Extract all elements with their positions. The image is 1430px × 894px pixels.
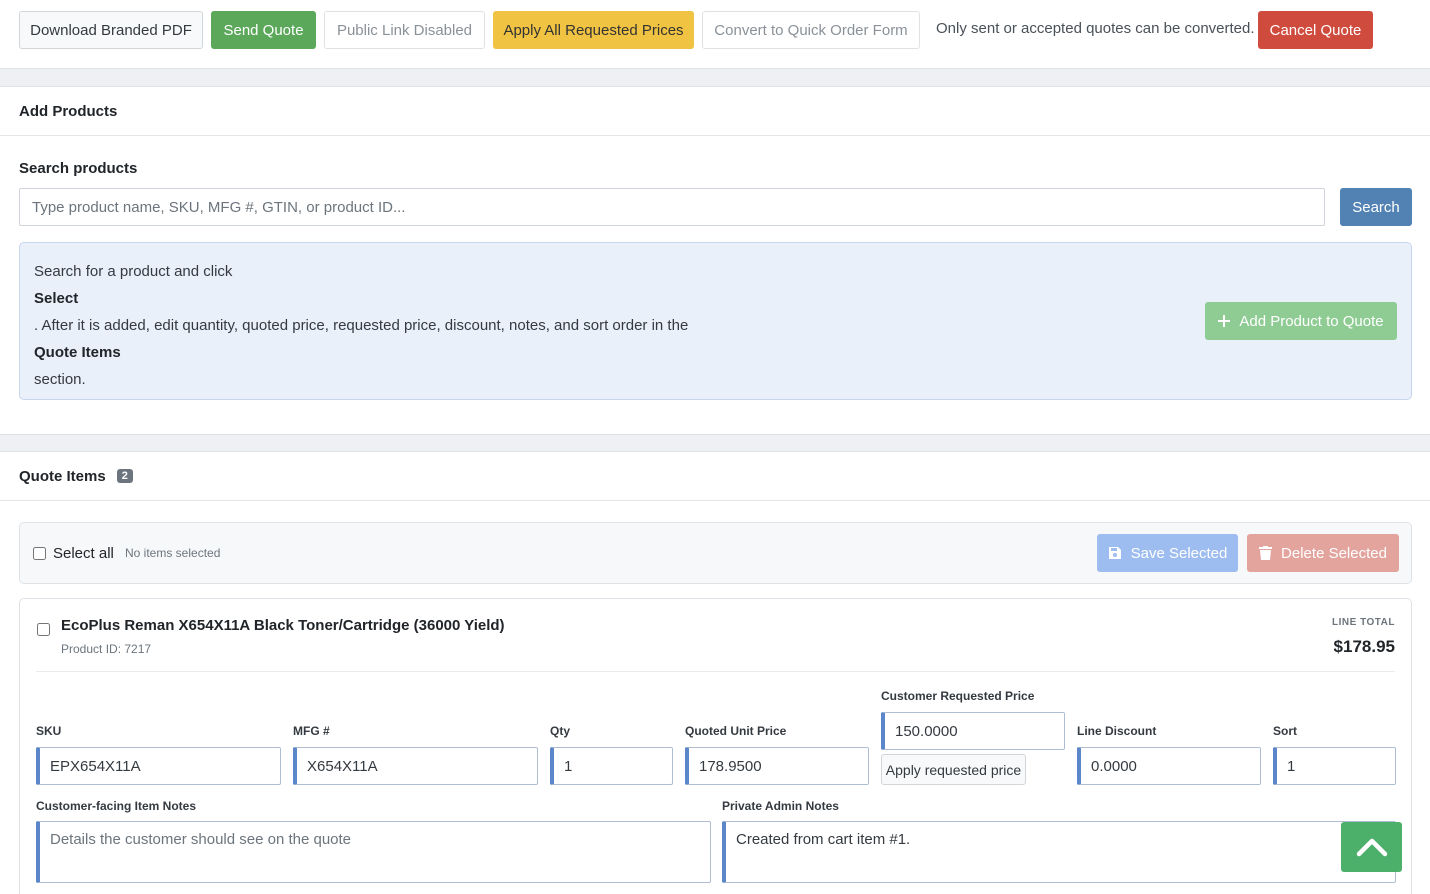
mfg-field[interactable]: [293, 747, 538, 785]
help-line: section.: [34, 371, 86, 388]
download-pdf-button[interactable]: Download Branded PDF: [19, 11, 203, 49]
quote-items-title: Quote Items: [19, 467, 106, 485]
item-divider: [36, 671, 1395, 672]
mfg-label: MFG #: [293, 724, 330, 738]
quoted-price-field[interactable]: [685, 747, 869, 785]
help-line-emphasis: Select: [34, 290, 79, 307]
save-selected-label: Save Selected: [1130, 544, 1228, 562]
add-product-label: Add Product to Quote: [1239, 312, 1384, 330]
admin-notes-field[interactable]: Created from cart item #1.: [722, 821, 1396, 883]
quoted-price-label: Quoted Unit Price: [685, 724, 787, 738]
quote-toolbar: Download Branded PDF Send Quote Public L…: [0, 0, 1430, 69]
add-products-card: Add Products Search products Search Sear…: [0, 86, 1430, 435]
save-selected-button[interactable]: Save Selected: [1097, 534, 1238, 572]
sort-label: Sort: [1273, 724, 1297, 738]
qty-label: Qty: [550, 724, 571, 738]
delete-selected-button[interactable]: Delete Selected: [1247, 534, 1399, 572]
convert-note: Only sent or accepted quotes can be conv…: [936, 20, 1255, 37]
line-discount-field[interactable]: [1077, 747, 1261, 785]
convert-quick-order-button[interactable]: Convert to Quick Order Form: [702, 11, 920, 49]
quote-items-card: Quote Items 2 Select all No items select…: [0, 451, 1430, 894]
item-count-badge: 2: [116, 469, 133, 483]
select-all-checkbox[interactable]: [33, 547, 46, 560]
cancel-quote-button[interactable]: Cancel Quote: [1258, 11, 1373, 49]
help-line: Search for a product and click: [34, 263, 233, 280]
select-all-label[interactable]: Select all: [53, 545, 114, 562]
search-button[interactable]: Search: [1340, 188, 1412, 226]
selection-status: No items selected: [125, 546, 221, 560]
item-name: EcoPlus Reman X654X11A Black Toner/Cartr…: [61, 617, 505, 634]
add-products-header: Add Products: [0, 87, 1430, 136]
apply-requested-price-button[interactable]: Apply requested price: [881, 754, 1026, 785]
item-select-checkbox[interactable]: [37, 623, 50, 636]
customer-notes-field[interactable]: [36, 821, 711, 883]
add-product-help: Search for a product and click Select . …: [19, 242, 1412, 400]
customer-notes-label: Customer-facing Item Notes: [36, 799, 197, 813]
requested-price-field[interactable]: [881, 712, 1065, 750]
help-line-emphasis: Quote Items: [34, 344, 121, 361]
quote-items-header: Quote Items 2: [0, 452, 1430, 501]
search-products-label: Search products: [19, 160, 138, 177]
line-total-value: $178.95: [1333, 637, 1395, 656]
plus-icon: [1218, 315, 1231, 327]
requested-price-label: Customer Requested Price: [881, 689, 1035, 703]
quote-item-card: EcoPlus Reman X654X11A Black Toner/Cartr…: [19, 598, 1412, 894]
product-search-input[interactable]: [19, 188, 1325, 226]
admin-notes-label: Private Admin Notes: [722, 799, 839, 813]
line-discount-label: Line Discount: [1077, 724, 1157, 738]
help-line: . After it is added, edit quantity, quot…: [34, 317, 689, 334]
public-link-button[interactable]: Public Link Disabled: [324, 11, 485, 49]
bulk-actions-bar: Select all No items selected Save Select…: [19, 522, 1412, 584]
floppy-disk-icon: [1108, 547, 1121, 559]
add-product-to-quote-button[interactable]: Add Product to Quote: [1205, 302, 1397, 340]
sku-field[interactable]: [36, 747, 281, 785]
scroll-to-top-button[interactable]: [1341, 822, 1402, 872]
sort-field[interactable]: [1273, 747, 1396, 785]
chevron-up-icon: [1356, 838, 1387, 857]
line-total-label: LINE TOTAL: [1332, 617, 1395, 628]
sku-label: SKU: [36, 724, 62, 738]
qty-field[interactable]: [550, 747, 673, 785]
apply-all-requested-button[interactable]: Apply All Requested Prices: [493, 11, 694, 49]
item-product-id: Product ID: 7217: [61, 642, 152, 656]
delete-selected-label: Delete Selected: [1281, 544, 1387, 562]
add-products-title: Add Products: [19, 102, 118, 120]
trash-icon: [1259, 546, 1273, 560]
send-quote-button[interactable]: Send Quote: [211, 11, 316, 49]
